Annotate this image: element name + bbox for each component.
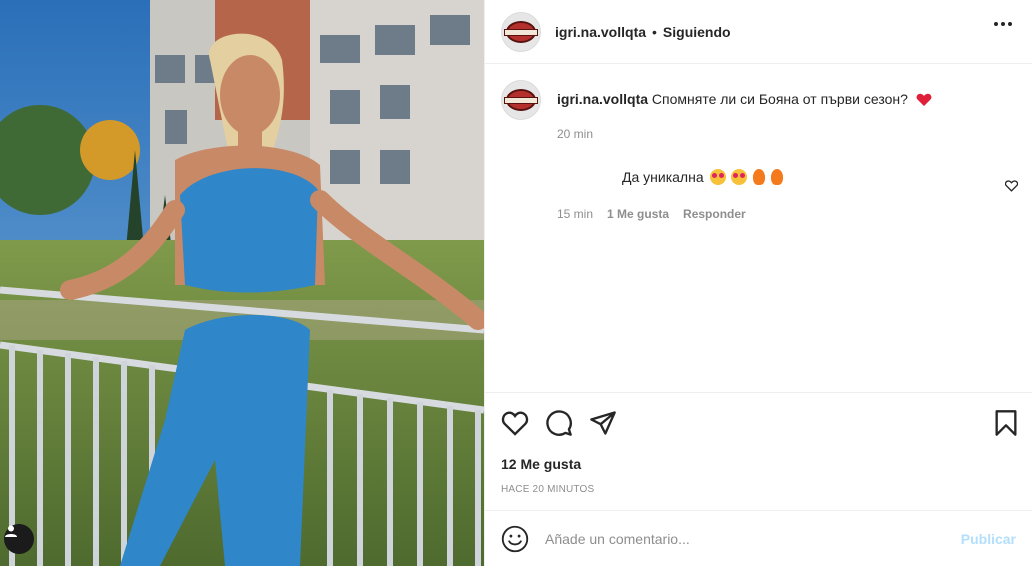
reply-comment: Да уникална [622,168,784,186]
star-struck-emoji-icon [731,169,748,185]
reply-likes[interactable]: 1 Me gusta [607,207,669,221]
reply-meta: 15 min 1 Me gusta Responder [557,207,746,221]
post-dialog: igri.na.vollqta • Siguiendo igri.na.voll… [0,0,1032,566]
fire-emoji-icon [753,169,766,185]
follow-status-button[interactable]: Siguiendo [663,24,731,40]
photo-scene [0,0,484,566]
paper-plane-icon[interactable] [589,410,617,436]
bookmark-icon[interactable] [994,409,1018,440]
header-separator: • [652,23,657,40]
reply-text: Да уникална [622,169,704,185]
author-username[interactable]: igri.na.vollqta [555,24,646,40]
author-avatar[interactable] [501,11,541,52]
action-bar [485,392,1032,452]
likes-count[interactable]: 12 Me gusta [485,452,1032,478]
comment-like-heart-icon[interactable] [1004,179,1019,195]
tagged-users-button[interactable] [4,524,34,554]
post-timestamp[interactable]: HACE 20 MINUTOS [485,478,1032,510]
reply-button[interactable]: Responder [683,207,746,221]
caption: igri.na.vollqta Спомняте ли си Бояна от … [501,80,1016,141]
caption-time: 20 min [557,127,594,141]
comments-section: igri.na.vollqta Спомняте ли си Бояна от … [485,64,1032,392]
caption-username[interactable]: igri.na.vollqta [557,91,648,107]
post-photo[interactable] [0,0,484,566]
heart-icon[interactable] [501,410,529,436]
reply-time: 15 min [557,207,594,221]
comment-input[interactable] [545,530,961,547]
more-options-icon[interactable] [994,22,1012,26]
smiley-icon[interactable] [501,525,529,553]
caption-text: Спомняте ли си Бояна от първи сезон? [651,91,908,107]
fire-emoji-icon [771,169,784,185]
caption-avatar[interactable] [501,80,541,120]
publish-button[interactable]: Publicar [961,531,1016,547]
star-struck-emoji-icon [709,169,726,185]
add-comment-bar: Publicar [485,510,1032,566]
post-side-panel: igri.na.vollqta • Siguiendo igri.na.voll… [484,0,1032,566]
post-header: igri.na.vollqta • Siguiendo [485,0,1032,64]
red-heart-emoji-icon [916,93,932,111]
comment-icon[interactable] [545,409,573,437]
